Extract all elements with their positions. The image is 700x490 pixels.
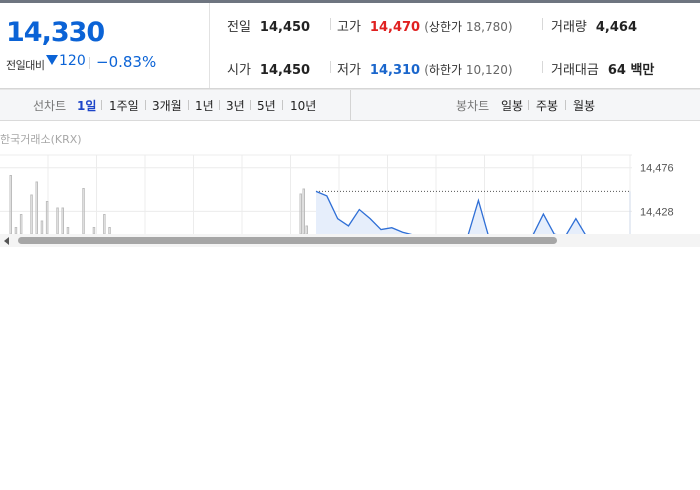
volume-bar	[19, 214, 23, 234]
line-chart-label: 선차트	[33, 99, 67, 113]
tab-weekly-candle[interactable]: 주봉	[536, 97, 558, 114]
volume-bar	[61, 207, 64, 234]
stat-prev-close: 전일 14,450	[227, 16, 310, 35]
chart-tab-bar: 선차트 1일 1주일 3개월 1년 3년 5년 10년 봉차트 일봉 주봉 월봉	[0, 89, 700, 121]
stat-high: 고가 14,470 (상한가 18,780)	[337, 16, 513, 35]
tab-separator	[250, 100, 251, 110]
tab-separator	[101, 100, 102, 110]
stat-volume: 거래량 4,464	[551, 16, 637, 35]
stat-label: 저가	[337, 63, 361, 78]
change-label: 전일대비	[6, 59, 45, 72]
tab-separator	[219, 100, 220, 110]
tab-1-day[interactable]: 1일	[77, 97, 96, 114]
y-tick-label: 14,476	[640, 163, 674, 175]
stat-label: 거래대금	[551, 63, 599, 78]
volume-bar	[9, 175, 12, 234]
candle-chart-label: 봉차트	[456, 99, 490, 113]
lower-limit: (하한가 10,120)	[424, 63, 513, 77]
tab-separator	[528, 100, 529, 110]
stat-value: 64 백만	[607, 63, 655, 78]
quote-summary: 14,330 전일대비 120 −0.83% 전일 14,450 고가 14,470…	[0, 3, 700, 89]
tab-group-divider	[350, 90, 351, 120]
stat-value: 14,450	[259, 20, 311, 35]
stat-separator	[330, 61, 331, 73]
stat-value: 4,464	[595, 20, 638, 35]
tab-3-year[interactable]: 3년	[226, 97, 245, 114]
stat-value: 14,450	[259, 63, 311, 78]
stat-separator	[542, 61, 543, 73]
stat-separator	[330, 18, 331, 30]
y-tick-label: 14,428	[640, 206, 674, 218]
volume-bar	[299, 193, 302, 234]
stat-amount: 거래대금 64 백만	[551, 59, 654, 78]
tab-10-year[interactable]: 10년	[290, 97, 316, 114]
tab-1-week[interactable]: 1주일	[109, 97, 139, 114]
stat-label: 거래량	[551, 20, 587, 35]
stat-separator	[542, 18, 543, 30]
tab-1-year[interactable]: 1년	[195, 97, 214, 114]
tab-3-month[interactable]: 3개월	[152, 97, 182, 114]
stat-label: 전일	[227, 20, 251, 35]
tab-daily-candle[interactable]: 일봉	[501, 97, 523, 114]
tab-separator	[145, 100, 146, 110]
tab-separator	[282, 100, 283, 110]
change-percent: −0.83%	[96, 53, 157, 71]
stat-value: 14,470	[369, 20, 421, 35]
volume-bar	[305, 225, 308, 234]
change-separator	[89, 57, 90, 69]
price-box: 14,330 전일대비 120 −0.83%	[0, 3, 210, 88]
change-amount: 120	[46, 53, 86, 69]
stat-label: 고가	[337, 20, 361, 35]
down-arrow-icon	[46, 55, 58, 65]
stat-low: 저가 14,310 (하한가 10,120)	[337, 59, 513, 78]
volume-bar	[56, 207, 59, 234]
scroll-left-icon[interactable]	[4, 237, 9, 245]
volume-bar	[30, 194, 33, 234]
tab-separator	[565, 100, 566, 110]
intraday-price-chart[interactable]: 14,476 14,428	[0, 145, 700, 234]
volume-bar	[103, 214, 106, 234]
volume-bar	[35, 181, 38, 234]
chart-scrollbar[interactable]	[0, 234, 700, 247]
tab-separator	[188, 100, 189, 110]
volume-bar	[40, 220, 44, 234]
current-price: 14,330	[6, 17, 105, 48]
stat-open: 시가 14,450	[227, 59, 310, 78]
change-amount-value: 120	[59, 53, 86, 69]
scroll-thumb[interactable]	[18, 237, 557, 244]
stat-value: 14,310	[369, 63, 421, 78]
upper-limit: (상한가 18,780)	[424, 20, 513, 34]
tab-5-year[interactable]: 5년	[257, 97, 276, 114]
volume-bar	[45, 201, 49, 234]
stat-label: 시가	[227, 63, 251, 78]
tab-monthly-candle[interactable]: 월봉	[573, 97, 595, 114]
